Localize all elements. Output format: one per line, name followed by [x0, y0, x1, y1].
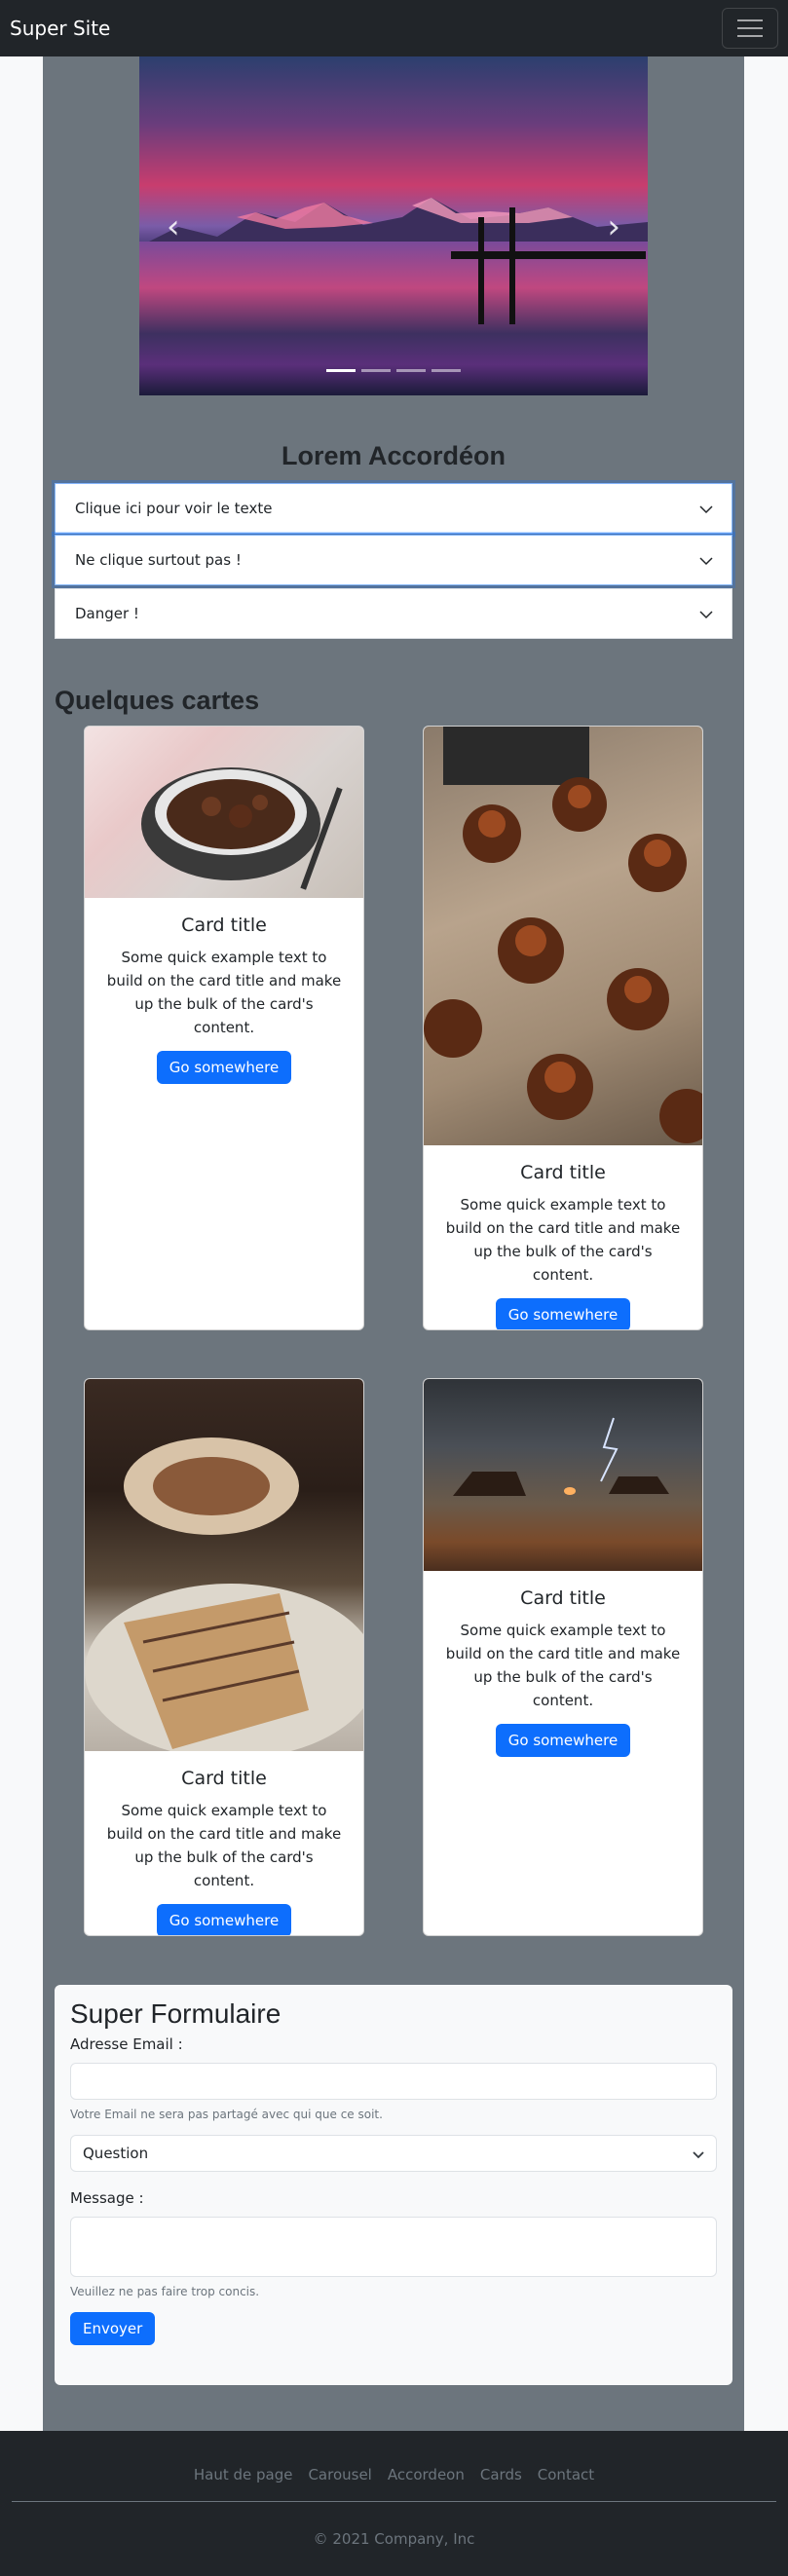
card: Card title Some quick example text to bu…	[423, 1378, 703, 1936]
card-text: Some quick example text to build on the …	[445, 1196, 681, 1284]
brand-link[interactable]: Super Site	[10, 17, 110, 40]
accordion-item-label: Ne clique surtout pas !	[75, 551, 242, 569]
card-title: Card title	[181, 915, 267, 936]
chevron-left-icon[interactable]: ‹	[167, 207, 180, 246]
form-title: Super Formulaire	[70, 1998, 281, 2029]
carousel-indicator[interactable]	[326, 369, 356, 372]
chevron-down-icon	[698, 502, 713, 515]
message-field[interactable]	[70, 2217, 717, 2277]
footer-link-carousel[interactable]: Carousel	[308, 2466, 371, 2483]
go-somewhere-button[interactable]: Go somewhere	[156, 1051, 292, 1084]
carousel-indicator[interactable]	[361, 369, 391, 372]
email-field[interactable]	[70, 2063, 717, 2100]
carousel-indicator[interactable]	[432, 369, 461, 372]
accordion-title: Lorem Accordéon	[281, 441, 507, 470]
accordion-item-label: Danger !	[75, 605, 139, 622]
card-image	[85, 727, 363, 898]
accordion-item-2[interactable]: Ne clique surtout pas !	[55, 535, 732, 585]
card-image	[424, 727, 702, 1145]
navbar: Super Site	[0, 0, 788, 56]
carousel: ‹ ›	[139, 56, 648, 395]
card: Card title Some quick example text to bu…	[84, 726, 364, 1330]
hamburger-menu-icon[interactable]	[722, 8, 778, 49]
footer-nav: Haut de page Carousel Accordeon Cards Co…	[0, 2466, 788, 2483]
card-title: Card title	[520, 1587, 606, 1609]
accordion-item-label: Clique ici pour voir le texte	[75, 500, 273, 517]
card-title: Card title	[520, 1162, 606, 1183]
copyright-text: © 2021 Company, Inc	[313, 2530, 475, 2548]
accordion-item-3[interactable]: Danger !	[55, 588, 732, 639]
main-content: ‹ › Lorem Accordéon Clique ici pour voir…	[43, 56, 744, 2431]
chevron-down-icon	[698, 607, 713, 620]
card-text: Some quick example text to build on the …	[106, 949, 342, 1036]
card-image	[424, 1379, 702, 1571]
card: Card title Some quick example text to bu…	[423, 726, 703, 1330]
footer: Haut de page Carousel Accordeon Cards Co…	[0, 2431, 788, 2576]
submit-button[interactable]: Envoyer	[70, 2312, 156, 2345]
card-image	[85, 1379, 363, 1759]
contact-form: Super Formulaire Adresse Email : Votre E…	[55, 1985, 732, 2385]
message-label: Message :	[70, 2189, 144, 2207]
chevron-right-icon[interactable]: ›	[607, 207, 620, 246]
email-help-text: Votre Email ne sera pas partagé avec qui…	[70, 2108, 383, 2121]
carousel-indicator[interactable]	[396, 369, 426, 372]
card: Card title Some quick example text to bu…	[84, 1378, 364, 1936]
question-select[interactable]: Question	[70, 2135, 717, 2172]
footer-link-cards[interactable]: Cards	[480, 2466, 522, 2483]
footer-link-top[interactable]: Haut de page	[194, 2466, 293, 2483]
cards-section-title: Quelques cartes	[55, 686, 260, 715]
go-somewhere-button[interactable]: Go somewhere	[495, 1298, 631, 1329]
card-text: Some quick example text to build on the …	[106, 1802, 342, 1889]
go-somewhere-button[interactable]: Go somewhere	[156, 1904, 292, 1935]
accordion-item-1[interactable]: Clique ici pour voir le texte	[55, 483, 732, 534]
chevron-down-icon	[691, 2147, 704, 2160]
chevron-down-icon	[698, 553, 713, 567]
footer-link-accordeon[interactable]: Accordeon	[388, 2466, 465, 2483]
email-label: Adresse Email :	[70, 2035, 183, 2053]
message-help-text: Veuillez ne pas faire trop concis.	[70, 2285, 260, 2298]
select-value: Question	[83, 2145, 149, 2162]
card-text: Some quick example text to build on the …	[445, 1622, 681, 1709]
footer-link-contact[interactable]: Contact	[538, 2466, 594, 2483]
carousel-indicators	[139, 369, 648, 372]
footer-divider	[12, 2501, 776, 2502]
go-somewhere-button[interactable]: Go somewhere	[495, 1724, 631, 1757]
card-title: Card title	[181, 1768, 267, 1789]
